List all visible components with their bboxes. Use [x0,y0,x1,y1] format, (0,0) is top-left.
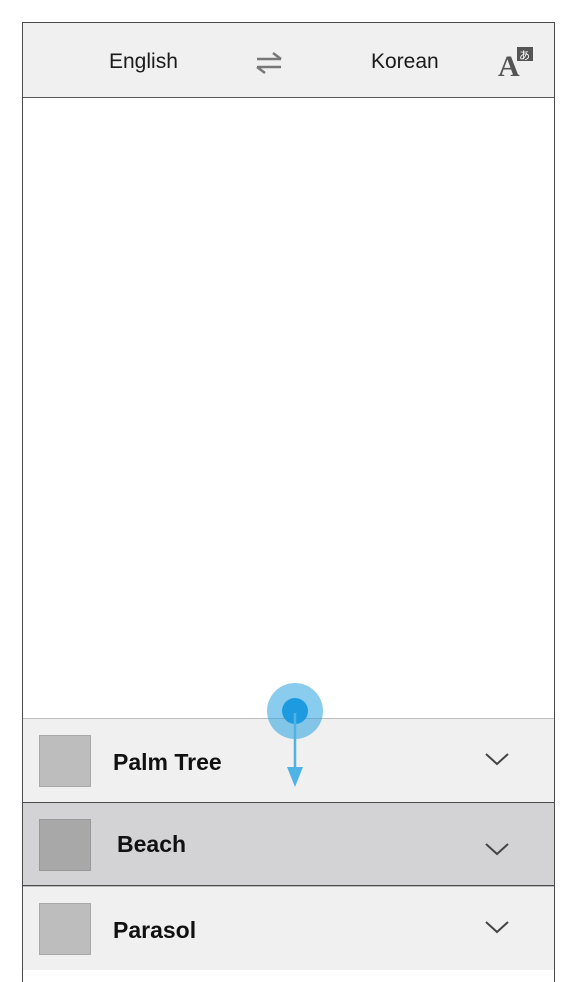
thumbnail-image [39,735,91,787]
language-bar: English Korean A あ [23,23,554,98]
target-language-button[interactable]: Korean [371,49,439,75]
chevron-down-icon[interactable] [484,841,510,857]
chevron-down-icon[interactable] [484,919,510,935]
svg-text:あ: あ [519,49,530,62]
swap-languages-icon[interactable] [253,51,285,75]
thumbnail-image [39,819,91,871]
list-item-label: Palm Tree [113,749,222,775]
list-item-label: Beach [117,831,187,857]
source-language-button[interactable]: English [109,49,178,75]
chevron-down-icon[interactable] [484,751,510,767]
list-item-beach[interactable]: Beach [23,802,554,886]
list-item-label: Parasol [113,917,197,943]
camera-view-area [23,98,554,718]
translate-icon[interactable]: A あ [497,45,535,79]
list-item-parasol[interactable]: Parasol [23,886,554,970]
list-item-palm-tree[interactable]: Palm Tree [23,718,554,802]
results-list: Palm Tree Beach Parasol [23,718,554,970]
thumbnail-image [39,903,91,955]
app-frame: English Korean A あ Palm Tree Beach Paras… [22,22,555,982]
svg-text:A: A [498,50,520,79]
